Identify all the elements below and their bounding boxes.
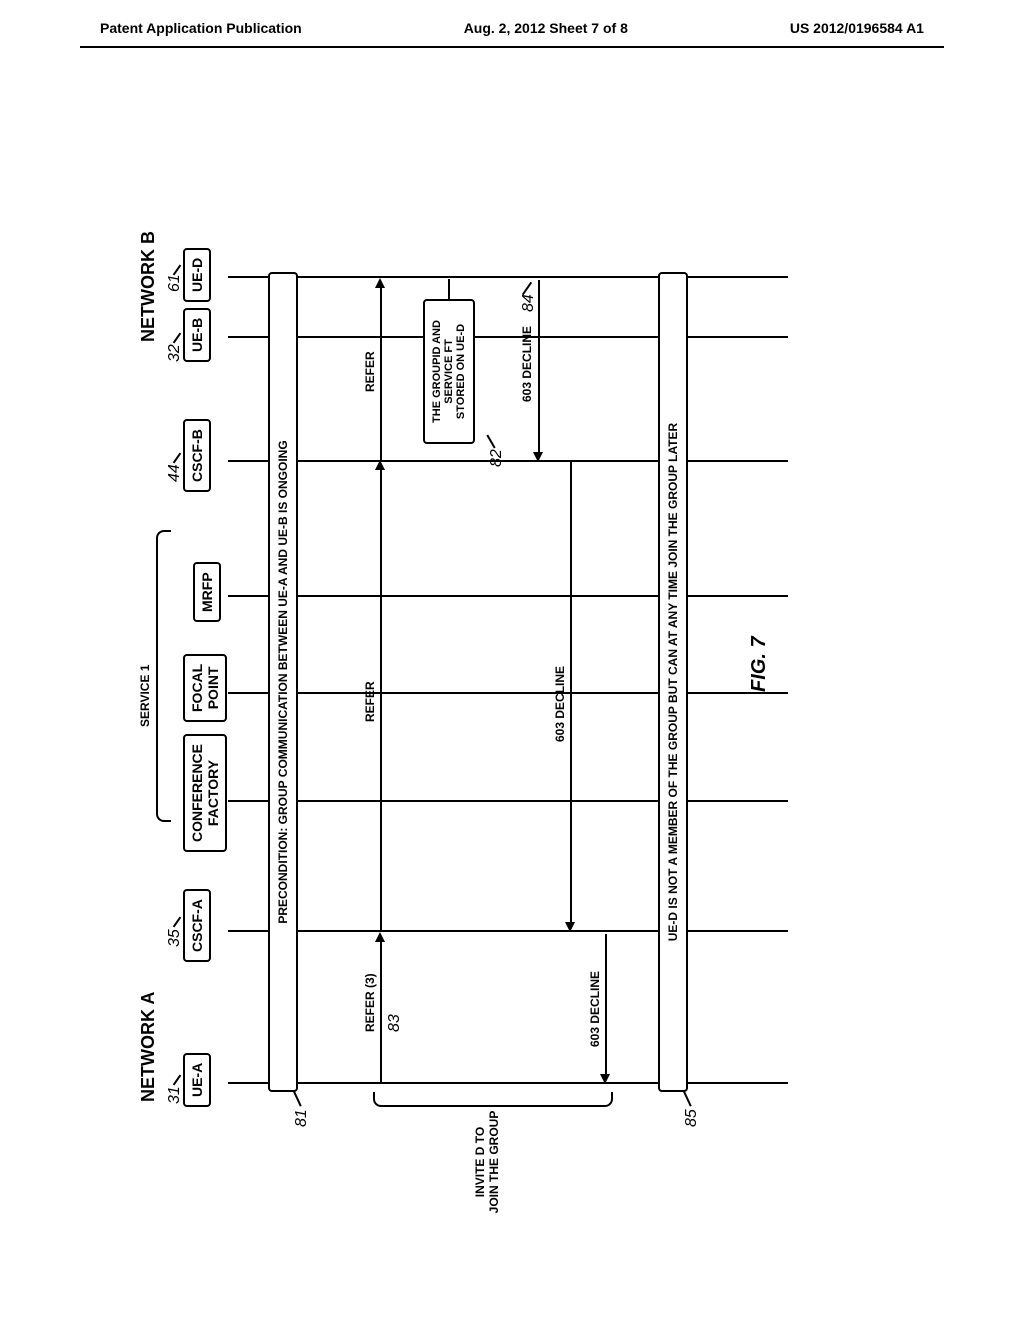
- lifeline-focal-point: [228, 692, 788, 694]
- lifeline-mrfp: [228, 595, 788, 597]
- groupid-box: THE GROUPID AND SERVICE FT STORED ON UE-…: [423, 299, 475, 444]
- ref-83: 83: [386, 1014, 404, 1032]
- lifeline-conf-factory: [228, 800, 788, 802]
- network-b-label: NETWORK B: [138, 231, 159, 342]
- entity-focal-point: FOCAL POINT: [183, 654, 227, 722]
- header-left: Patent Application Publication: [100, 20, 302, 36]
- ref-85: 85: [683, 1109, 701, 1127]
- sequence-diagram: NETWORK A NETWORK B 31 UE-A 35 CSCF-A SE…: [50, 150, 1024, 1074]
- page-header: Patent Application Publication Aug. 2, 2…: [0, 0, 1024, 46]
- msg-refer-2: REFER: [363, 351, 377, 392]
- ref-31: 31: [166, 1086, 184, 1104]
- ref-84: 84: [520, 294, 538, 312]
- ref-82: 82: [488, 449, 506, 467]
- figure-label: FIG. 7: [748, 636, 771, 692]
- lifeline-ue-a: [228, 1082, 788, 1084]
- service-label: SERVICE 1: [138, 665, 152, 727]
- header-divider: [80, 46, 944, 48]
- entity-mrfp: MRFP: [193, 562, 221, 622]
- precondition-box: PRECONDITION: GROUP COMMUNICATION BETWEE…: [268, 272, 298, 1092]
- service-brace: [156, 530, 171, 822]
- entity-ue-b: UE-B: [183, 308, 211, 362]
- network-a-label: NETWORK A: [138, 992, 159, 1102]
- msg-refer3: REFER (3): [363, 973, 377, 1032]
- msg-decline-3: 603 DECLINE: [588, 971, 602, 1047]
- ref-81: 81: [293, 1109, 311, 1127]
- entity-ue-d: UE-D: [183, 248, 211, 302]
- invite-label: INVITE D TO JOIN THE GROUP: [473, 1107, 501, 1217]
- header-right: US 2012/0196584 A1: [790, 20, 924, 36]
- ref-32: 32: [166, 344, 184, 362]
- ref-44: 44: [166, 464, 184, 482]
- msg-decline-1: 603 DECLINE: [520, 326, 534, 402]
- entity-cscf-b: CSCF-B: [183, 419, 211, 492]
- result-box: UE-D IS NOT A MEMBER OF THE GROUP BUT CA…: [658, 272, 688, 1092]
- entity-conference-factory: CONFERENCE FACTORY: [183, 734, 227, 852]
- entity-cscf-a: CSCF-A: [183, 889, 211, 962]
- lifeline-cscf-a: [228, 930, 788, 932]
- lifeline-cscf-b: [228, 460, 788, 462]
- header-center: Aug. 2, 2012 Sheet 7 of 8: [464, 20, 628, 36]
- lifeline-ue-b: [228, 336, 788, 338]
- ref-61: 61: [166, 274, 184, 292]
- entity-ue-a: UE-A: [183, 1053, 211, 1107]
- ref-35: 35: [166, 929, 184, 947]
- msg-decline-2: 603 DECLINE: [553, 666, 567, 742]
- msg-refer-1: REFER: [363, 681, 377, 722]
- lifeline-ue-d: [228, 276, 788, 278]
- invite-brace: [373, 1092, 613, 1107]
